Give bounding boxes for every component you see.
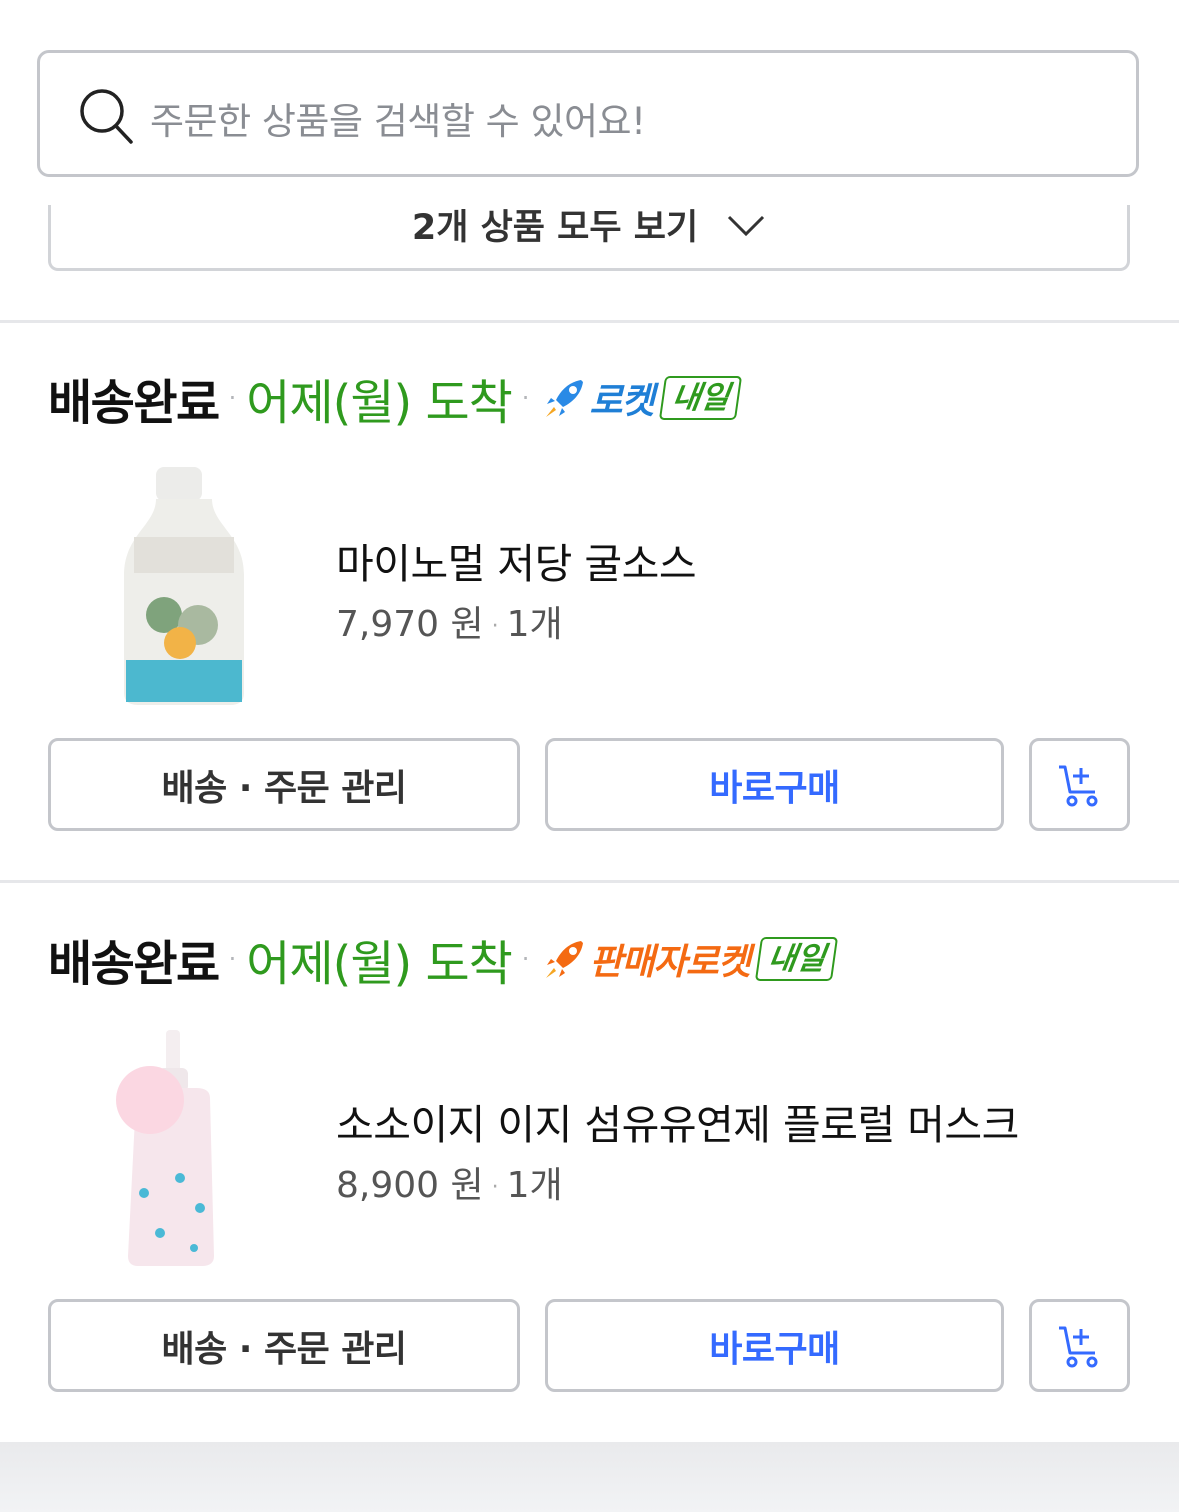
delivery-status: 배송완료 [48, 375, 220, 431]
product-price: 7,970 원 [336, 604, 484, 645]
arrival-date: 어제(월) 도착 [246, 936, 513, 992]
bottom-section-background [0, 1442, 1179, 1512]
delivery-order-manage-button[interactable]: 배송 · 주문 관리 [48, 1299, 520, 1392]
add-to-cart-button[interactable] [1029, 1299, 1130, 1392]
product-quantity: 1개 [506, 604, 563, 645]
rocket-icon [546, 941, 584, 978]
rocket-icon [546, 380, 584, 417]
product-name[interactable]: 소소이지 이지 섬유유연제 플로럴 머스크 [336, 1091, 1019, 1151]
add-to-cart-icon [1058, 765, 1097, 806]
add-to-cart-button[interactable] [1029, 738, 1130, 831]
delivery-order-manage-button[interactable]: 배송 · 주문 관리 [48, 738, 520, 831]
product-price-quantity: 8,900 원 · 1개 [336, 1165, 563, 1206]
add-to-cart-icon [1058, 1326, 1097, 1367]
product-image [124, 467, 244, 705]
order-status-row: 배송완료 · 어제(월) 도착 · 판매자로켓 내일 [48, 924, 839, 994]
order-status-row: 배송완료 · 어제(월) 도착 · 로켓 내일 [48, 363, 742, 433]
delivery-type: 로켓 [589, 381, 654, 422]
search-box[interactable]: 주문한 상품을 검색할 수 있어요! [37, 50, 1139, 177]
product-price: 8,900 원 [336, 1165, 484, 1206]
product-price-quantity: 7,970 원 · 1개 [336, 604, 563, 645]
section-divider [0, 320, 1179, 323]
next-day-badge: 내일 [754, 937, 839, 981]
product-name[interactable]: 마이노멀 저당 굴소스 [336, 530, 697, 590]
arrival-date: 어제(월) 도착 [246, 375, 513, 431]
buy-now-button[interactable]: 바로구매 [545, 1299, 1004, 1392]
view-all-products-button[interactable]: 2개 상품 모두 보기 [48, 205, 1130, 271]
search-icon [80, 89, 133, 144]
buy-now-button[interactable]: 바로구매 [545, 738, 1004, 831]
chevron-down-icon [728, 215, 765, 236]
delivery-status: 배송완료 [48, 936, 220, 992]
view-all-label: 2개 상품 모두 보기 [411, 208, 699, 248]
product-quantity: 1개 [506, 1165, 563, 1206]
search-placeholder: 주문한 상품을 검색할 수 있어요! [150, 100, 646, 143]
next-day-badge: 내일 [658, 376, 742, 420]
delivery-type: 판매자로켓 [589, 942, 751, 983]
product-image [116, 1030, 214, 1266]
section-divider [0, 880, 1179, 883]
